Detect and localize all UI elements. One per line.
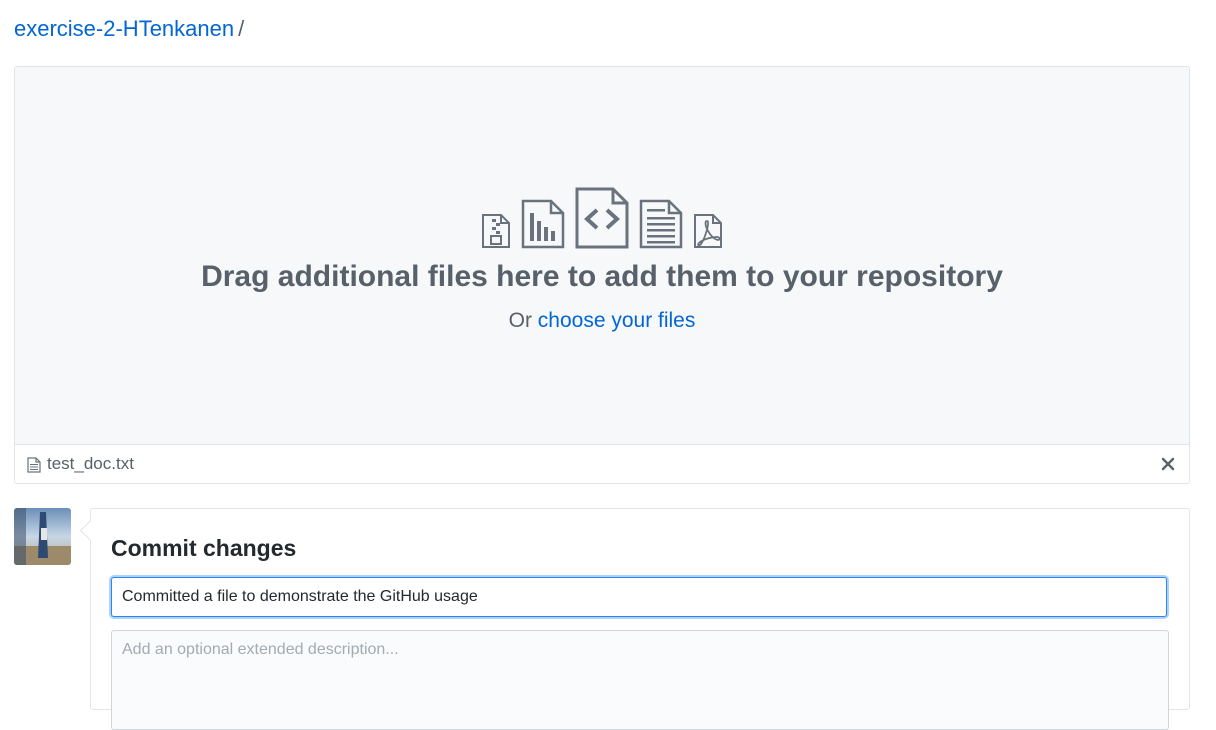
repo-link[interactable]: exercise-2-HTenkanen [14, 16, 234, 41]
file-type-icons [15, 187, 1189, 249]
commit-form-caret [79, 519, 102, 542]
avatar-image [14, 508, 71, 565]
file-code-icon [575, 187, 629, 249]
remove-file-close-icon[interactable] [1159, 455, 1177, 473]
commit-form: Commit changes [79, 508, 1190, 730]
choose-files-link[interactable]: choose your files [538, 309, 696, 332]
dropzone-title: Drag additional files here to add them t… [201, 260, 1003, 293]
dropzone-or-text: Or [508, 309, 532, 332]
commit-heading: Commit changes [111, 535, 297, 561]
file-pdf-icon [694, 214, 722, 248]
file-text-icon [639, 199, 683, 249]
file-dropzone[interactable]: Drag additional files here to add them t… [14, 66, 1190, 444]
dropzone-subtitle: Or choose your files [15, 309, 1189, 333]
uploaded-file-name: test_doc.txt [47, 454, 134, 473]
commit-description-textarea[interactable] [111, 630, 1169, 730]
uploaded-file-row: test_doc.txt [14, 444, 1190, 484]
breadcrumb: exercise-2-HTenkanen / [14, 14, 244, 44]
breadcrumb-separator: / [238, 16, 245, 41]
file-zip-icon [482, 214, 510, 248]
file-chart-icon [521, 199, 565, 249]
file-text-icon [27, 457, 41, 473]
avatar[interactable] [14, 508, 71, 565]
commit-summary-input[interactable] [111, 577, 1167, 617]
